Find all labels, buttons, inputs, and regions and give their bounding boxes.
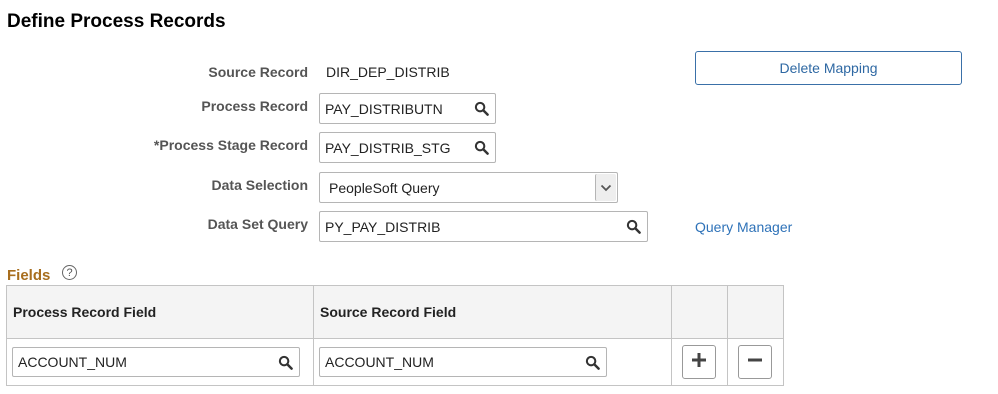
data-set-query-input[interactable]: PY_PAY_DISTRIB — [319, 211, 648, 242]
remove-row-cell — [727, 338, 784, 386]
source-record-value: DIR_DEP_DISTRIB — [326, 64, 450, 80]
delete-mapping-button[interactable]: Delete Mapping — [695, 51, 962, 85]
column-header-process-record-field: Process Record Field — [6, 285, 314, 339]
chevron-down-icon[interactable] — [595, 174, 616, 201]
data-set-query-label: Data Set Query — [207, 216, 308, 232]
data-selection-dropdown[interactable]: PeopleSoft Query — [319, 172, 618, 203]
process-stage-record-input[interactable]: PAY_DISTRIB_STG — [319, 132, 496, 163]
fields-grid: Process Record Field Source Record Field… — [6, 285, 784, 386]
query-manager-link[interactable]: Query Manager — [695, 219, 792, 235]
search-icon[interactable] — [619, 219, 647, 234]
grid-header-row: Process Record Field Source Record Field — [6, 285, 784, 339]
column-header-source-record-field: Source Record Field — [313, 285, 672, 339]
process-record-value: PAY_DISTRIBUTN — [325, 100, 443, 117]
process-record-field-input[interactable]: ACCOUNT_NUM — [12, 347, 300, 377]
process-stage-record-label: *Process Stage Record — [153, 137, 308, 153]
search-icon[interactable] — [467, 101, 495, 116]
process-record-label: Process Record — [201, 98, 308, 114]
column-header-remove — [727, 285, 784, 339]
help-icon[interactable]: ? — [62, 265, 77, 280]
search-icon[interactable] — [271, 355, 299, 370]
data-selection-value: PeopleSoft Query — [329, 179, 440, 196]
add-row-button[interactable] — [682, 345, 716, 379]
plus-icon — [691, 352, 707, 373]
process-stage-record-value: PAY_DISTRIB_STG — [325, 139, 451, 156]
search-icon[interactable] — [578, 355, 606, 370]
source-record-field-cell: ACCOUNT_NUM — [313, 338, 672, 386]
process-record-input[interactable]: PAY_DISTRIBUTN — [319, 93, 496, 124]
data-selection-label: Data Selection — [211, 177, 308, 193]
source-record-field-input[interactable]: ACCOUNT_NUM — [319, 347, 607, 377]
add-row-cell — [671, 338, 728, 386]
remove-row-button[interactable] — [738, 345, 772, 379]
page-title: Define Process Records — [7, 11, 226, 32]
fields-section-title: Fields — [7, 267, 51, 284]
minus-icon — [747, 352, 763, 373]
column-header-add — [671, 285, 728, 339]
search-icon[interactable] — [467, 140, 495, 155]
source-record-label: Source Record — [208, 64, 308, 80]
source-record-field-value: ACCOUNT_NUM — [325, 354, 434, 370]
process-record-field-cell: ACCOUNT_NUM — [6, 338, 314, 386]
data-set-query-value: PY_PAY_DISTRIB — [325, 218, 441, 235]
process-record-field-value: ACCOUNT_NUM — [18, 354, 127, 370]
table-row: ACCOUNT_NUM ACCOUNT_NUM — [6, 338, 784, 386]
